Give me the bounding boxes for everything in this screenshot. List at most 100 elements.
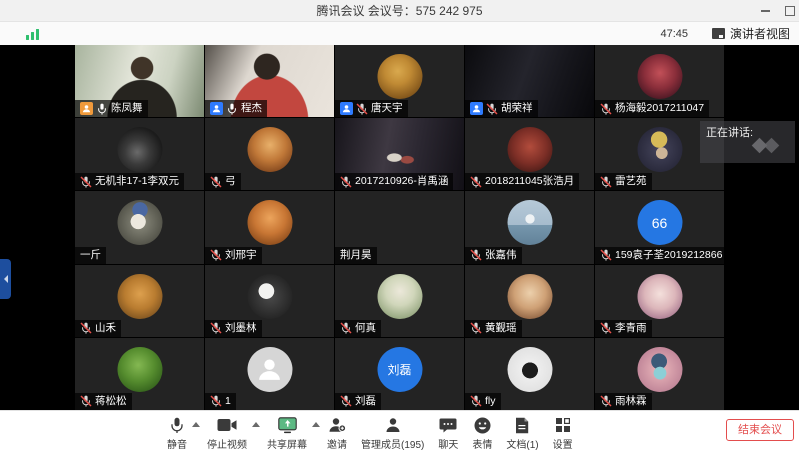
- toolbar-button-members[interactable]: 管理成员(195): [354, 411, 431, 451]
- participant-name-label: 何真: [335, 320, 381, 337]
- participant-tile[interactable]: 程杰: [205, 45, 334, 117]
- participant-name-label: 雷艺苑: [595, 173, 652, 190]
- participant-name: 无机非17-1李双元: [95, 175, 179, 188]
- participant-tile[interactable]: 雨林霖: [595, 338, 724, 410]
- toolbar-button-label: 聊天: [438, 436, 458, 451]
- members-icon: [385, 416, 401, 434]
- participant-name: 刘墨林: [225, 322, 257, 335]
- participant-name: 蒋松松: [95, 395, 127, 408]
- participant-tile[interactable]: 2017210926-肖禹涵: [335, 118, 464, 190]
- participant-name: 1: [225, 395, 231, 408]
- avatar: [637, 347, 682, 392]
- mic-muted-icon: [80, 395, 92, 407]
- host-badge-icon: [80, 102, 93, 115]
- mic-muted-icon: [470, 322, 482, 334]
- toolbar-button-label: 共享屏幕: [267, 436, 307, 451]
- mic-on-icon: [226, 103, 238, 115]
- avatar: 66: [637, 200, 682, 245]
- participant-name: 胡荣祥: [501, 102, 533, 115]
- sidebar-collapse-handle[interactable]: [0, 259, 11, 299]
- participant-tile[interactable]: 荆月昊: [335, 191, 464, 263]
- participant-name: 2018211045张浩月: [485, 175, 574, 188]
- participant-tile[interactable]: 黄觐瑶: [465, 265, 594, 337]
- participant-tile[interactable]: 胡荣祥: [465, 45, 594, 117]
- participant-tile[interactable]: 刘邢宇: [205, 191, 334, 263]
- avatar: [117, 274, 162, 319]
- participant-name: 弓: [225, 175, 236, 188]
- toolbar-button-chat[interactable]: 聊天: [431, 411, 465, 451]
- participant-tile[interactable]: 杨海毅2017211047: [595, 45, 724, 117]
- participant-name-label: 159袁子荃2019212866: [595, 247, 724, 264]
- participant-name-label: 黄觐瑶: [465, 320, 522, 337]
- participant-name-label: 蒋松松: [75, 393, 132, 410]
- participant-tile[interactable]: 刘墨林: [205, 265, 334, 337]
- chevron-up-icon[interactable]: [252, 422, 260, 427]
- mic-muted-icon: [210, 395, 222, 407]
- mic-muted-icon: [600, 395, 612, 407]
- avatar: [247, 347, 292, 392]
- chevron-up-icon[interactable]: [312, 422, 320, 427]
- avatar: [247, 127, 292, 172]
- end-meeting-button[interactable]: 结束会议: [726, 419, 794, 441]
- toolbar-button-share-screen[interactable]: 共享屏幕: [260, 411, 314, 451]
- window-controls: [761, 0, 799, 22]
- toolbar-button-emoji[interactable]: 表情: [465, 411, 499, 451]
- toolbar-button-invite[interactable]: 邀请: [320, 411, 354, 451]
- participant-name: 黄觐瑶: [485, 322, 517, 335]
- participant-tile[interactable]: 无机非17-1李双元: [75, 118, 204, 190]
- participant-tile[interactable]: 一斤: [75, 191, 204, 263]
- avatar: [637, 54, 682, 99]
- toolbar-button-label: 静音: [167, 436, 187, 451]
- participant-name: 刘磊: [355, 395, 376, 408]
- document-icon: [515, 416, 529, 434]
- participant-tile[interactable]: 弓: [205, 118, 334, 190]
- participant-tile[interactable]: 刘磊刘磊: [335, 338, 464, 410]
- view-mode-label: 演讲者视图: [730, 25, 790, 42]
- participant-name-label: fly: [465, 393, 501, 410]
- participant-tile[interactable]: 蒋松松: [75, 338, 204, 410]
- participant-tile[interactable]: fly: [465, 338, 594, 410]
- participant-tile[interactable]: 2018211045张浩月: [465, 118, 594, 190]
- participant-tile[interactable]: 何真: [335, 265, 464, 337]
- network-signal-icon[interactable]: [26, 28, 39, 40]
- participant-name-label: 1: [205, 393, 236, 410]
- toolbar-button-mute[interactable]: 静音: [160, 411, 194, 451]
- participant-tile[interactable]: 1: [205, 338, 334, 410]
- chat-bubble-icon: [439, 416, 457, 434]
- view-mode-toggle[interactable]: 演讲者视图: [712, 25, 790, 42]
- participant-name-label: 山禾: [75, 320, 121, 337]
- title-bar: 腾讯会议 会议号：575 242 975: [0, 0, 799, 22]
- participant-name: 李青雨: [615, 322, 647, 335]
- avatar: [117, 127, 162, 172]
- participant-name: 2017210926-肖禹涵: [355, 175, 448, 188]
- participant-tile[interactable]: 陈凤舞: [75, 45, 204, 117]
- toolbar-button-settings[interactable]: 设置: [546, 411, 580, 451]
- mic-muted-icon: [340, 176, 352, 188]
- participant-name-label: 陈凤舞: [75, 100, 148, 117]
- minimize-icon[interactable]: [761, 10, 770, 12]
- participant-tile[interactable]: 张嘉伟: [465, 191, 594, 263]
- maximize-icon[interactable]: [785, 6, 795, 16]
- participant-tile[interactable]: 唐天宇: [335, 45, 464, 117]
- toolbar-button-docs[interactable]: 文档(1): [499, 411, 545, 451]
- avatar: [507, 200, 552, 245]
- participant-name: fly: [485, 395, 496, 408]
- participant-name: 唐天宇: [371, 102, 403, 115]
- speaking-indicator: 正在讲话:: [700, 121, 795, 163]
- member-badge-icon: [210, 102, 223, 115]
- toolbar-button-label: 表情: [472, 436, 492, 451]
- chevron-up-icon[interactable]: [192, 422, 200, 427]
- participant-name: 何真: [355, 322, 376, 335]
- mic-on-icon: [96, 103, 108, 115]
- toolbar-button-label: 邀请: [327, 436, 347, 451]
- avatar: [507, 274, 552, 319]
- participant-name-label: 无机非17-1李双元: [75, 173, 184, 190]
- participant-tile[interactable]: 66 159袁子荃2019212866: [595, 191, 724, 263]
- participant-name: 荆月昊: [340, 249, 372, 262]
- participant-name-label: 杨海毅2017211047: [595, 100, 709, 117]
- toolbar-button-stop-video[interactable]: 停止视频: [200, 411, 254, 451]
- participant-tile[interactable]: 山禾: [75, 265, 204, 337]
- share-screen-icon: [278, 416, 297, 434]
- participant-name: 一斤: [80, 249, 101, 262]
- participant-tile[interactable]: 李青雨: [595, 265, 724, 337]
